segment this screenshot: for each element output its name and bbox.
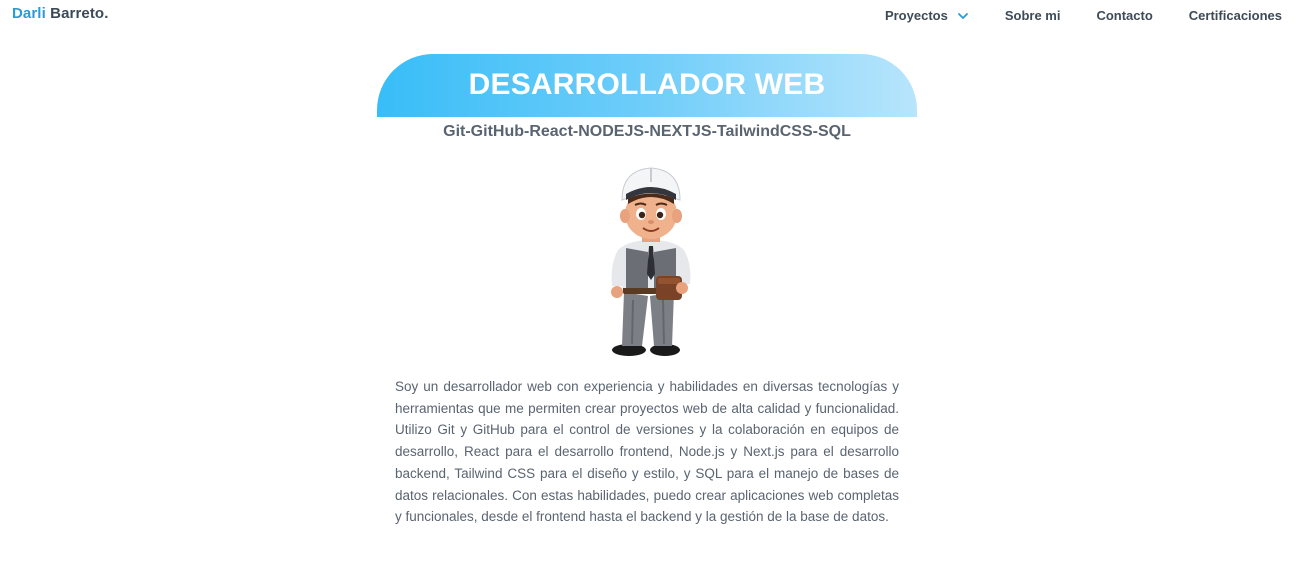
- brand-logo[interactable]: Darli Barreto.: [12, 5, 108, 22]
- nav-link-label: Sobre mi: [1004, 8, 1061, 23]
- hero-banner: DESARROLLADOR WEB: [377, 54, 917, 117]
- brand-first-name: Darli: [12, 5, 46, 22]
- brand-last-name: Barreto.: [50, 5, 109, 22]
- nav-link-sobre-mi[interactable]: Sobre mi: [1005, 8, 1061, 23]
- tech-stack-subtitle: Git-GitHub-React-NODEJS-NEXTJS-TailwindC…: [443, 123, 851, 140]
- chevron-down-icon[interactable]: [957, 10, 969, 22]
- navbar: Darli Barreto. Proyectos Sobre mi Contac…: [0, 0, 1307, 32]
- nav-link-contacto[interactable]: Contacto: [1096, 8, 1152, 23]
- nav-link-label: Proyectos: [884, 8, 948, 23]
- nav-links: Proyectos Sobre mi Contacto Certificacio…: [885, 8, 1282, 23]
- nav-link-proyectos[interactable]: Proyectos: [885, 8, 969, 23]
- nav-link-certificaciones[interactable]: Certificaciones: [1189, 8, 1282, 23]
- bio-paragraph: Soy un desarrollador web con experiencia…: [395, 379, 899, 525]
- hero-title: DESARROLLADOR WEB: [468, 67, 826, 101]
- developer-avatar-illustration: [611, 167, 691, 356]
- nav-link-label: Certificaciones: [1188, 8, 1282, 23]
- page: Darli Barreto. Proyectos Sobre mi Contac…: [0, 0, 1307, 575]
- nav-link-label: Contacto: [1096, 8, 1153, 23]
